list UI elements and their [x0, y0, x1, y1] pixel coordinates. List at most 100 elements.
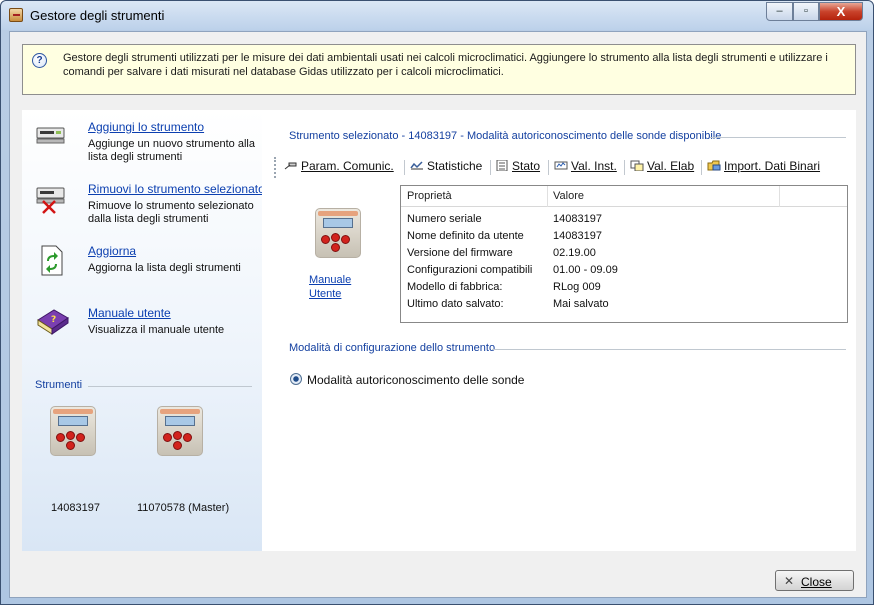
close-window-button[interactable]: X — [819, 2, 863, 21]
app-icon — [9, 8, 23, 22]
column-divider — [779, 186, 780, 207]
device-screen — [58, 416, 88, 426]
instrument-device-icon[interactable] — [157, 406, 203, 456]
task-title[interactable]: Aggiungi lo strumento — [88, 120, 204, 134]
table-row[interactable]: Nome definito da utente 14083197 — [401, 228, 847, 245]
property-name: Modello di fabbrica: — [407, 281, 503, 293]
maximize-button[interactable]: ▫ — [793, 2, 819, 21]
manual-book-icon: ? — [37, 309, 69, 335]
import-binary-icon — [707, 160, 721, 171]
table-row[interactable]: Versione del firmware 02.19.00 — [401, 245, 847, 262]
task-description: Visualizza il manuale utente — [88, 324, 225, 336]
instrument-label[interactable]: 11070578 (Master) — [137, 502, 229, 514]
selected-device-icon — [315, 208, 361, 258]
table-row[interactable]: Numero seriale 14083197 — [401, 211, 847, 228]
grid-header: Proprietà Valore — [401, 186, 847, 207]
task-description: Aggiorna la lista degli strumenti — [88, 262, 241, 274]
manual-link-line2[interactable]: Utente — [309, 288, 341, 300]
statistics-icon — [410, 161, 423, 170]
table-row[interactable]: Modello di fabbrica: RLog 009 — [401, 279, 847, 296]
column-header-property[interactable]: Proprietà — [407, 190, 452, 202]
property-value: Mai salvato — [553, 298, 609, 310]
table-row[interactable]: Ultimo dato salvato: Mai salvato — [401, 296, 847, 313]
tb-import-binary-button[interactable]: Import. Dati Binari — [707, 159, 820, 176]
task-title[interactable]: Aggiorna — [88, 244, 136, 258]
property-name: Configurazioni compatibili — [407, 264, 533, 276]
toolbar-separator — [490, 160, 491, 175]
section-divider — [88, 386, 252, 387]
toolbar-separator — [701, 160, 702, 175]
minimize-button[interactable]: – — [766, 2, 793, 21]
property-value: 14083197 — [553, 230, 602, 242]
property-name: Ultimo dato salvato: — [407, 298, 504, 310]
add-instrument-icon — [36, 127, 65, 144]
auto-recognition-label[interactable]: Modalità autoriconoscimento delle sonde — [307, 373, 524, 387]
toolbar-separator — [548, 160, 549, 175]
property-name: Versione del firmware — [407, 247, 513, 259]
device-key — [331, 233, 340, 242]
property-value: 01.00 - 09.09 — [553, 264, 618, 276]
column-divider — [547, 186, 548, 207]
instant-values-icon — [554, 161, 568, 170]
close-icon: ✕ — [784, 574, 795, 588]
processed-values-icon — [630, 160, 644, 171]
status-icon — [496, 160, 508, 171]
svg-text:?: ? — [51, 315, 56, 325]
close-button[interactable]: ✕ Close — [775, 570, 854, 591]
help-question-icon: ? — [32, 53, 47, 68]
tb-processed-values-button[interactable]: Val. Elab — [630, 159, 694, 176]
manual-link-line1[interactable]: Manuale — [309, 274, 351, 286]
tb-label: Val. Inst. — [571, 159, 617, 173]
client-area: ? Gestore degli strumenti utilizzati per… — [9, 31, 867, 598]
table-row[interactable]: Configurazioni compatibili 01.00 - 09.09 — [401, 262, 847, 279]
toolbar-separator — [404, 160, 405, 175]
device-key — [76, 433, 85, 442]
info-text: Gestore degli strumenti utilizzati per l… — [63, 52, 828, 78]
selected-instrument-heading: Strumento selezionato - 14083197 - Modal… — [289, 130, 722, 142]
window-title: Gestore degli strumenti — [30, 8, 165, 23]
info-panel: ? Gestore degli strumenti utilizzati per… — [22, 44, 856, 95]
tb-label: Param. Comunic. — [301, 159, 394, 173]
device-key — [56, 433, 65, 442]
instrument-device-icon[interactable] — [50, 406, 96, 456]
tb-label: Import. Dati Binari — [724, 159, 821, 173]
property-value: 02.19.00 — [553, 247, 596, 259]
tb-comm-params-button[interactable]: Param. Comunic. — [284, 159, 394, 176]
properties-grid[interactable]: Proprietà Valore Numero seriale 14083197… — [400, 185, 848, 323]
detail-pane: Strumento selezionato - 14083197 - Modal… — [262, 110, 856, 551]
task-description: Aggiunge un nuovo strumento alla lista d… — [88, 138, 255, 163]
instrument-label[interactable]: 14083197 — [51, 502, 100, 514]
device-key — [163, 433, 172, 442]
instrument-toolbar: Param. Comunic. Statistiche Stato Val. I… — [274, 157, 842, 178]
close-button-label: Close — [801, 575, 832, 589]
device-key — [183, 433, 192, 442]
refresh-icon — [41, 245, 63, 276]
device-key — [66, 431, 75, 440]
toolbar-separator — [624, 160, 625, 175]
device-screen — [323, 218, 353, 228]
device-screen — [165, 416, 195, 426]
tb-status-button[interactable]: Stato — [495, 159, 540, 176]
device-key — [173, 441, 182, 450]
tb-label: Val. Elab — [647, 159, 695, 173]
device-key — [173, 431, 182, 440]
task-title[interactable]: Manuale utente — [88, 306, 171, 320]
remove-instrument-icon — [36, 187, 65, 214]
title-bar[interactable]: Gestore degli strumenti – ▫ X — [1, 1, 873, 30]
property-name: Numero seriale — [407, 213, 482, 225]
device-band — [53, 409, 93, 414]
auto-recognition-radio[interactable] — [290, 373, 302, 385]
instrument-manager-window: Gestore degli strumenti – ▫ X ? Gestore … — [0, 0, 874, 605]
tb-instant-values-button[interactable]: Val. Inst. — [554, 159, 617, 176]
communication-params-icon — [284, 162, 297, 170]
device-key — [341, 235, 350, 244]
task-title[interactable]: Rimuovi lo strumento selezionato — [88, 182, 265, 196]
task-description: Rimuove lo strumento selezionato dalla l… — [88, 200, 254, 225]
device-key — [66, 441, 75, 450]
tb-statistics-button[interactable]: Statistiche — [410, 159, 482, 176]
device-band — [318, 211, 358, 216]
task-pane: Aggiungi lo strumento Aggiunge un nuovo … — [22, 110, 265, 551]
device-key — [321, 235, 330, 244]
tb-label: Statistiche — [427, 159, 483, 173]
column-header-value[interactable]: Valore — [553, 190, 584, 202]
